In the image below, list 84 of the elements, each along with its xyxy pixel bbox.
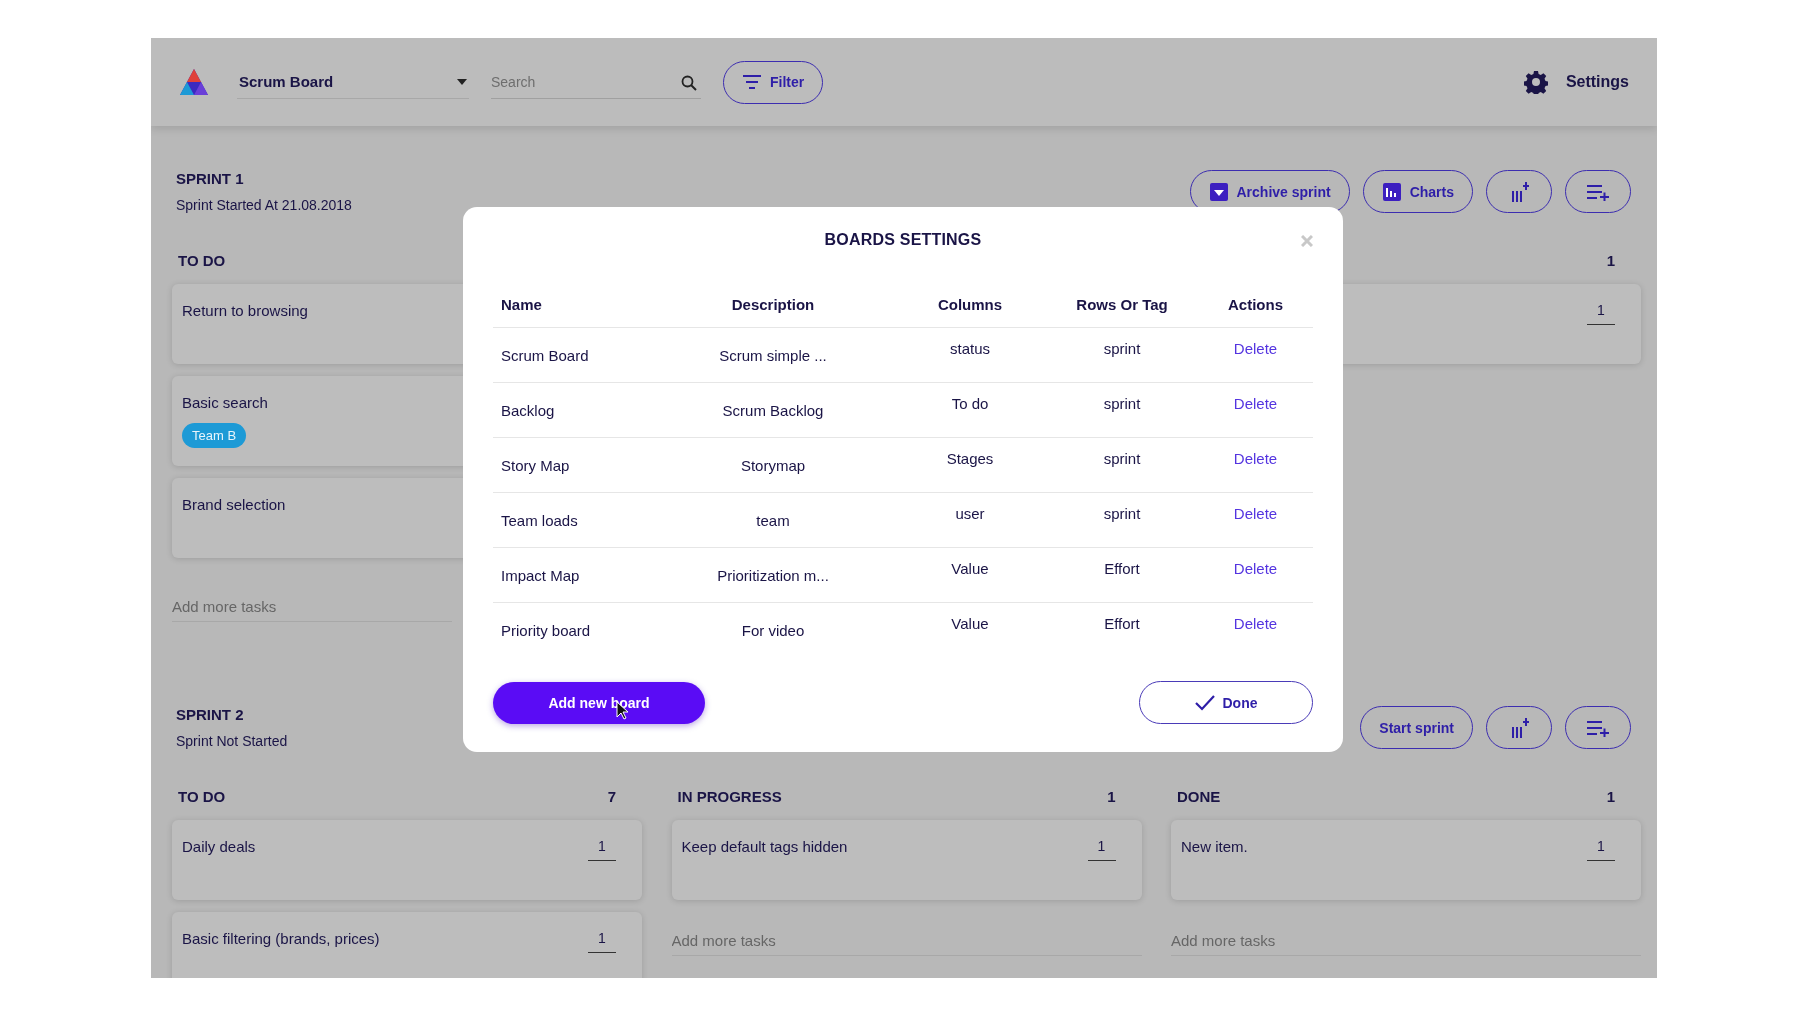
sprint-status: Sprint Started At 21.08.2018 xyxy=(176,197,352,213)
table-cell: sprint xyxy=(1103,450,1141,467)
add-task-field[interactable]: Add more tasks xyxy=(172,594,452,622)
delete-link[interactable]: Delete xyxy=(1233,450,1278,467)
column-header: Columns xyxy=(894,281,1046,328)
table-cell: Effort xyxy=(1104,615,1140,632)
task-title: Basic search xyxy=(182,394,268,411)
table-cell: status xyxy=(950,340,990,357)
add-column-icon xyxy=(1509,180,1529,203)
team-tag: Team B xyxy=(182,423,247,448)
table-cell: sprint xyxy=(1103,340,1141,357)
sprint-title: SPRINT 2 xyxy=(176,706,245,723)
table-cell: Prioritization m... xyxy=(717,566,829,584)
estimate-field[interactable]: 1 xyxy=(1587,838,1615,861)
estimate-field[interactable]: 1 xyxy=(1587,302,1615,325)
chart-icon xyxy=(1381,181,1402,202)
table-cell: Value xyxy=(951,615,989,632)
table-cell: Impact Map xyxy=(501,566,580,584)
estimate-field[interactable]: 1 xyxy=(588,930,616,953)
column-count: 7 xyxy=(607,787,616,805)
table-cell: To do xyxy=(951,395,989,412)
column-title: TO DO xyxy=(178,787,226,805)
table-cell: sprint xyxy=(1103,505,1141,522)
search-icon xyxy=(681,75,697,91)
add-task-field[interactable]: Add more tasks xyxy=(1171,928,1641,956)
column-count: 1 xyxy=(1606,787,1615,805)
sprint-title: SPRINT 1 xyxy=(176,170,245,187)
column-count: 1 xyxy=(1107,787,1116,805)
search-field[interactable]: Search xyxy=(491,65,701,99)
task-title: Basic filtering (brands, prices) xyxy=(182,930,380,947)
task-title: Daily deals xyxy=(182,838,256,855)
estimate-field[interactable]: 1 xyxy=(588,838,616,861)
task-title: Brand selection xyxy=(182,496,286,513)
task-title: New item. xyxy=(1181,838,1248,855)
estimate-field[interactable]: 1 xyxy=(1087,838,1116,861)
task-card[interactable]: Keep default tags hidden 1 xyxy=(671,820,1142,900)
table-cell: For video xyxy=(741,621,805,639)
table-cell: Scrum Board xyxy=(501,346,589,364)
table-cell: Scrum simple ... xyxy=(719,346,827,364)
delete-link[interactable]: Delete xyxy=(1233,395,1278,412)
archive-icon xyxy=(1208,181,1229,202)
add-column-icon xyxy=(1509,716,1529,739)
board-select[interactable]: Scrum Board xyxy=(237,65,469,99)
column-title: DONE xyxy=(1177,787,1221,805)
filter-icon xyxy=(742,75,762,89)
column-header: Description xyxy=(652,281,894,328)
column-count: 1 xyxy=(1606,251,1615,269)
delete-link[interactable]: Delete xyxy=(1233,505,1278,522)
table-cell: Priority board xyxy=(501,621,591,639)
column-header: Name xyxy=(493,281,652,328)
column-title: TO DO xyxy=(178,251,226,269)
add-row-icon xyxy=(1586,718,1610,737)
delete-link[interactable]: Delete xyxy=(1233,560,1278,577)
task-card[interactable]: Daily deals 1 xyxy=(172,820,642,900)
done-button[interactable]: Done xyxy=(1139,681,1313,724)
table-cell: Stages xyxy=(946,450,994,467)
column-header: Rows Or Tag xyxy=(1046,281,1198,328)
delete-link[interactable]: Delete xyxy=(1233,340,1278,357)
table-cell: Scrum Backlog xyxy=(722,401,824,419)
table-cell: Backlog xyxy=(501,401,555,419)
table-cell: sprint xyxy=(1103,395,1141,412)
task-card[interactable]: New item. 1 xyxy=(1171,820,1641,900)
settings-icon xyxy=(1523,70,1548,94)
task-title: Keep default tags hidden xyxy=(681,838,848,855)
task-card[interactable]: Basic filtering (brands, prices) 1 xyxy=(172,912,642,978)
delete-link[interactable]: Delete xyxy=(1233,615,1278,632)
column-title: IN PROGRESS xyxy=(677,787,782,805)
check-icon xyxy=(1194,694,1215,711)
caret-icon xyxy=(457,78,467,85)
add-task-field[interactable]: Add more tasks xyxy=(671,928,1142,956)
column-header: Actions xyxy=(1198,281,1313,328)
table-cell: Team loads xyxy=(501,511,578,529)
table-cell: team xyxy=(756,511,790,529)
task-title: Return to browsing xyxy=(182,302,308,319)
table-cell: Storymap xyxy=(740,456,806,474)
table-cell: Value xyxy=(951,560,989,577)
add-row-icon xyxy=(1586,182,1610,201)
dialog-title: BOARDS SETTINGS xyxy=(824,231,982,248)
sprint-status: Sprint Not Started xyxy=(176,733,288,749)
table-cell: Effort xyxy=(1104,560,1140,577)
table-cell: user xyxy=(955,505,985,522)
logo-icon xyxy=(179,68,209,96)
add-board-button[interactable]: Add new board xyxy=(493,681,705,724)
settings-button[interactable]: Settings xyxy=(1523,70,1629,94)
